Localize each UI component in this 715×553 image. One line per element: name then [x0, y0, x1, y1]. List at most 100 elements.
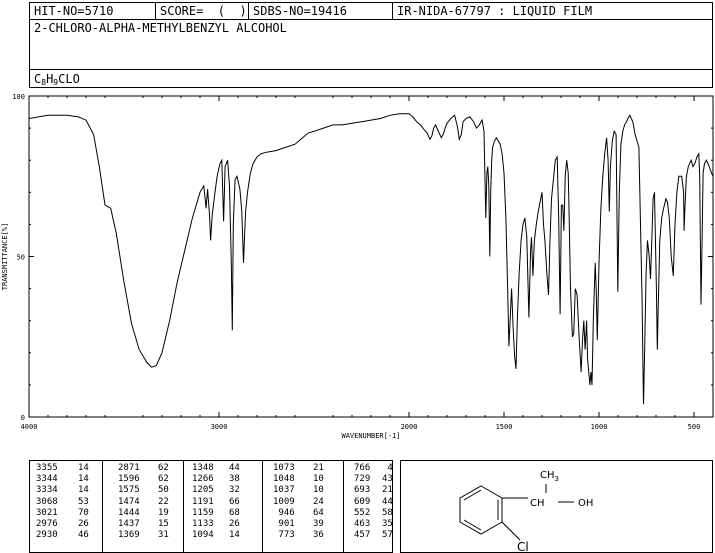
peak-transmittance: 43 [382, 474, 393, 485]
peak-wavenumber: 1009 [273, 496, 295, 507]
x-tick-label: 4000 [21, 423, 38, 431]
peak-transmittance: 35 [382, 519, 393, 530]
ir-spectrum-chart: 4000 3000 2000 1500 1000 500 0 50 100 WAVENUMBER… [1, 93, 714, 440]
table-column-separator [262, 461, 263, 552]
peak-wavenumber: 1266 [192, 474, 214, 485]
peak-wavenumber: 1348 [192, 463, 214, 473]
table-column-separator [343, 461, 344, 552]
ring-double-bond [463, 489, 482, 501]
peak-transmittance: 46 [78, 530, 89, 541]
peak-wavenumber: 1133 [192, 519, 214, 530]
peak-transmittance: 58 [382, 507, 393, 518]
structure-drawing: CH3 CH OH Cl [459, 470, 593, 553]
peak-wavenumber: 1048 [273, 474, 295, 485]
wavenumber-column: 3355 3344 3334 3068 3021 2976 2930 [36, 463, 58, 541]
peak-wavenumber: 3334 [36, 485, 58, 496]
peak-wavenumber: 1094 [192, 530, 214, 541]
peak-transmittance: 66 [229, 496, 240, 507]
peak-transmittance: 26 [229, 519, 240, 530]
peak-transmittance: 21 [382, 485, 393, 496]
peak-wavenumber: 1596 [118, 474, 140, 485]
peak-transmittance: 44 [382, 496, 393, 507]
peak-wavenumber: 766 [354, 463, 371, 473]
peak-transmittance: 62 [158, 463, 169, 473]
table-column-separator [183, 461, 184, 552]
peak-transmittance: 10 [313, 474, 324, 485]
peak-wavenumber: 3344 [36, 474, 58, 485]
plot-frame [28, 95, 714, 418]
peak-transmittance: 14 [78, 474, 89, 485]
peak-transmittance: 70 [78, 507, 89, 518]
x-tick-label: 3000 [211, 423, 228, 431]
peak-wavenumber: 609 [354, 496, 371, 507]
wavenumber-column: 1348 1266 1205 1191 1159 1133 1094 [192, 463, 214, 541]
spectrum-line [28, 113, 714, 405]
axis-ticks: 4000 3000 2000 1500 1000 500 0 50 100 [12, 93, 713, 431]
peak-transmittance: 14 [78, 485, 89, 496]
transmittance-column: 14 14 14 53 70 26 46 [78, 463, 89, 541]
benzene-ring [459, 485, 503, 535]
wavenumber-column: 1073 1048 1037 1009 946 901 773 [273, 463, 295, 541]
table-column-separator [102, 461, 103, 552]
transmittance-column: 4 43 21 44 58 35 57 [382, 463, 393, 541]
peak-wavenumber: 3068 [36, 496, 58, 507]
peak-wavenumber: 693 [354, 485, 371, 496]
wavenumber-column: 766 729 693 609 552 463 457 [354, 463, 370, 541]
y-tick-label: 100 [12, 93, 25, 101]
peak-wavenumber: 729 [354, 474, 371, 485]
peak-transmittance: 32 [229, 485, 240, 496]
peak-transmittance: 31 [158, 530, 169, 541]
peak-transmittance: 68 [229, 507, 240, 518]
peak-wavenumber: 2976 [36, 519, 58, 530]
peak-transmittance: 38 [229, 474, 240, 485]
peak-wavenumber: 1474 [118, 496, 140, 507]
peak-wavenumber: 1444 [118, 507, 140, 518]
peak-wavenumber: 1205 [192, 485, 214, 496]
peak-wavenumber: 3021 [36, 507, 58, 518]
peak-table: 3355 3344 3334 3068 3021 2976 2930 14 14 14 53 70 26… [29, 460, 393, 553]
oh-label: OH [578, 498, 593, 509]
peak-transmittance: 19 [158, 507, 169, 518]
peak-wavenumber: 773 [273, 530, 295, 541]
y-axis-label: TRANSMITTANCE[%] [1, 223, 9, 290]
y-tick-label: 0 [21, 414, 25, 422]
peak-wavenumber: 901 [273, 519, 295, 530]
peak-transmittance: 44 [229, 463, 240, 473]
peak-transmittance: 10 [313, 485, 324, 496]
x-axis-label: WAVENUMBER[-1] [341, 432, 400, 440]
transmittance-column: 44 38 32 66 68 26 14 [229, 463, 240, 541]
peak-transmittance: 62 [158, 474, 169, 485]
peak-transmittance: 4 [382, 463, 393, 473]
x-tick-label: 1000 [591, 423, 608, 431]
peak-wavenumber: 2930 [36, 530, 58, 541]
peak-transmittance: 39 [313, 519, 324, 530]
peak-wavenumber: 1437 [118, 519, 140, 530]
ch-label: CH [530, 498, 545, 509]
ring-double-bond [463, 519, 482, 531]
peak-transmittance: 22 [158, 496, 169, 507]
x-tick-label: 2000 [401, 423, 418, 431]
transmittance-column: 62 62 50 22 19 15 31 [158, 463, 169, 541]
wavenumber-column: 2871 1596 1575 1474 1444 1437 1369 [118, 463, 140, 541]
peak-wavenumber: 1159 [192, 507, 214, 518]
x-tick-label: 1500 [496, 423, 513, 431]
peak-transmittance: 26 [78, 519, 89, 530]
peak-transmittance: 50 [158, 485, 169, 496]
peak-wavenumber: 1369 [118, 530, 140, 541]
peak-wavenumber: 3355 [36, 463, 58, 473]
peak-transmittance: 36 [313, 530, 324, 541]
peak-transmittance: 21 [313, 463, 324, 473]
peak-wavenumber: 1575 [118, 485, 140, 496]
peak-wavenumber: 1073 [273, 463, 295, 473]
y-tick-label: 50 [17, 254, 25, 262]
peak-transmittance: 14 [229, 530, 240, 541]
peak-wavenumber: 946 [273, 507, 295, 518]
cl-label: Cl [517, 540, 529, 553]
peak-transmittance: 24 [313, 496, 324, 507]
peak-wavenumber: 457 [354, 530, 371, 541]
peak-transmittance: 53 [78, 496, 89, 507]
transmittance-column: 21 10 10 24 64 39 36 [313, 463, 324, 541]
structure-panel: CH3 CH OH Cl [400, 460, 713, 553]
ring-to-cl-bond [501, 521, 521, 541]
peak-transmittance: 57 [382, 530, 393, 541]
